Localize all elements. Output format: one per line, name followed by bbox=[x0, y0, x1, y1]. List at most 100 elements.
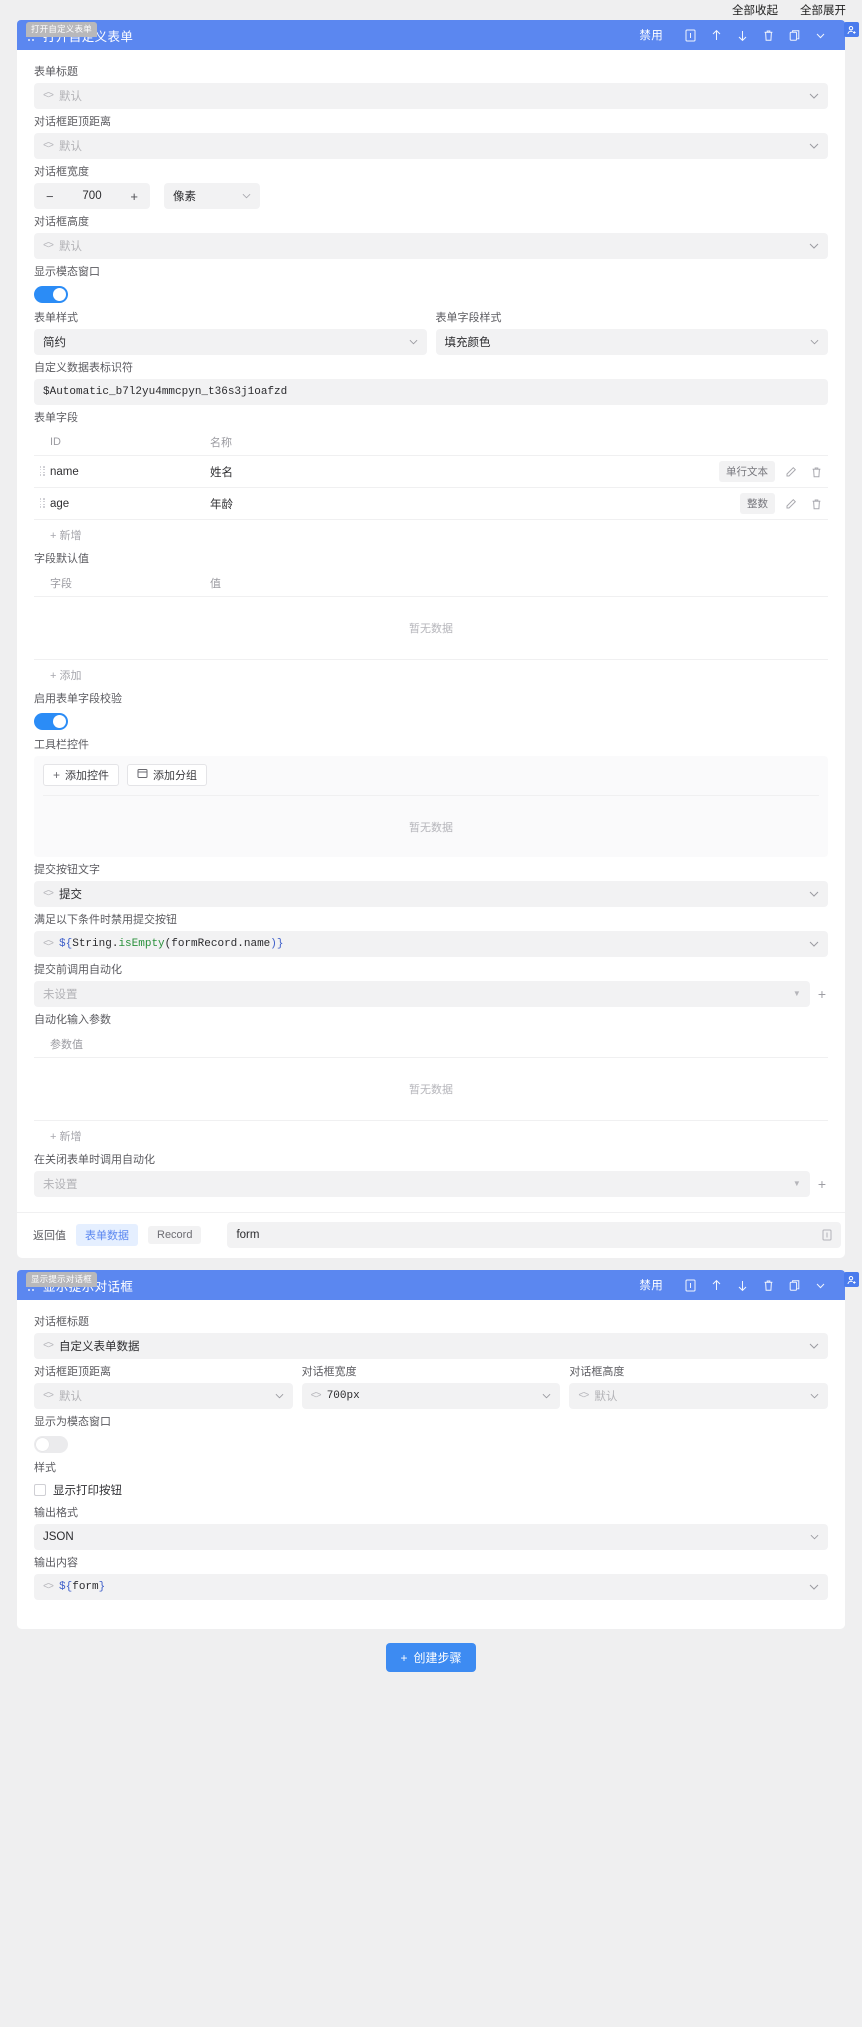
chevron-down-icon[interactable] bbox=[809, 941, 819, 947]
table-row[interactable]: age 年龄 整数 bbox=[34, 487, 828, 519]
checkbox-icon[interactable] bbox=[34, 1484, 46, 1496]
disable-condition-value: ${String.isEmpty(formRecord.name)} bbox=[59, 938, 283, 950]
row-drag-icon[interactable] bbox=[34, 498, 50, 509]
dialog-width-input[interactable]: <> 700px bbox=[301, 1383, 561, 1409]
pre-submit-automation-row: 未设置 ▼ + bbox=[34, 981, 828, 1007]
trash-icon[interactable] bbox=[755, 22, 781, 48]
chevron-down-icon[interactable] bbox=[542, 1393, 551, 1399]
form-fields-table: ID 名称 name 姓名 单行文本 age 年龄 整数 + 新增 bbox=[34, 429, 828, 546]
return-value-input[interactable]: form bbox=[227, 1222, 841, 1248]
arrow-down-icon[interactable] bbox=[729, 22, 755, 48]
chevron-down-icon[interactable] bbox=[807, 22, 833, 48]
output-format-select[interactable]: JSON bbox=[34, 1524, 828, 1550]
table-header: 参数值 bbox=[34, 1031, 828, 1057]
chevron-down-icon[interactable] bbox=[809, 1343, 819, 1349]
dialog-top-input[interactable]: <> 默认 bbox=[34, 133, 828, 159]
form-title-input[interactable]: <> 默认 bbox=[34, 83, 828, 109]
show-modal-toggle[interactable] bbox=[34, 286, 68, 303]
dialog-height-input[interactable]: <> 默认 bbox=[569, 1383, 829, 1409]
caret-down-icon[interactable]: ▼ bbox=[793, 990, 801, 998]
decrement-button[interactable]: − bbox=[46, 190, 54, 203]
add-group-button[interactable]: 添加分组 bbox=[127, 764, 208, 786]
tab-form-data[interactable]: 表单数据 bbox=[76, 1224, 138, 1246]
row-id: age bbox=[50, 497, 70, 510]
chevron-down-icon[interactable] bbox=[409, 339, 418, 345]
field-output-content: 输出内容 <> ${form} bbox=[34, 1552, 828, 1600]
user-badge-icon[interactable] bbox=[844, 1272, 859, 1287]
expand-all-button[interactable]: 全部展开 bbox=[800, 2, 846, 18]
dialog-width-unit-select[interactable]: 像素 bbox=[164, 183, 260, 209]
add-automation-input-button[interactable]: + 新增 bbox=[34, 1121, 828, 1147]
enable-validation-toggle[interactable] bbox=[34, 713, 68, 730]
chevron-down-icon[interactable] bbox=[810, 1393, 819, 1399]
chevron-down-icon[interactable] bbox=[807, 1272, 833, 1298]
copy-icon[interactable] bbox=[822, 1229, 832, 1241]
user-badge-icon[interactable] bbox=[844, 22, 859, 37]
edit-icon[interactable] bbox=[785, 498, 797, 510]
footer: + 创建步骤 bbox=[0, 1629, 862, 1686]
arrow-up-icon[interactable] bbox=[703, 1272, 729, 1298]
create-step-label: 创建步骤 bbox=[413, 1651, 462, 1665]
chevron-down-icon[interactable] bbox=[809, 891, 819, 897]
disable-button[interactable]: 禁用 bbox=[639, 27, 663, 43]
dialog-height-value: 默认 bbox=[594, 1391, 618, 1403]
on-close-automation-value: 未设置 bbox=[43, 1179, 78, 1191]
note-icon[interactable] bbox=[677, 1272, 703, 1298]
dialog-height-label: 对话框高度 bbox=[569, 1366, 625, 1378]
chevron-down-icon[interactable] bbox=[810, 339, 819, 345]
note-icon[interactable] bbox=[677, 22, 703, 48]
arrow-down-icon[interactable] bbox=[729, 1272, 755, 1298]
chevron-down-icon[interactable] bbox=[275, 1393, 284, 1399]
disable-button[interactable]: 禁用 bbox=[639, 1277, 663, 1293]
create-step-button[interactable]: + 创建步骤 bbox=[386, 1643, 476, 1672]
output-content-input[interactable]: <> ${form} bbox=[34, 1574, 828, 1600]
column-name: 名称 bbox=[210, 437, 232, 449]
add-field-default-button[interactable]: + 添加 bbox=[34, 660, 828, 686]
trash-icon[interactable] bbox=[755, 1272, 781, 1298]
chevron-down-icon[interactable] bbox=[809, 243, 819, 249]
add-automation-button[interactable]: + bbox=[818, 987, 828, 1001]
chevron-down-icon[interactable] bbox=[242, 193, 251, 199]
add-automation-button[interactable]: + bbox=[818, 1177, 828, 1191]
table-row[interactable]: name 姓名 单行文本 bbox=[34, 455, 828, 487]
dialog-height-input[interactable]: <> 默认 bbox=[34, 233, 828, 259]
dialog-width-stepper[interactable]: − 700 + bbox=[34, 183, 150, 209]
field-style-label: 表单字段样式 bbox=[435, 312, 502, 324]
dialog-title-input[interactable]: <> 自定义表单数据 bbox=[34, 1333, 828, 1359]
add-form-field-button[interactable]: + 新增 bbox=[34, 519, 828, 546]
trash-icon[interactable] bbox=[811, 466, 822, 478]
form-style-select[interactable]: 简约 bbox=[34, 329, 427, 355]
on-close-automation-select[interactable]: 未设置 ▼ bbox=[34, 1171, 810, 1197]
disable-condition-input[interactable]: <> ${String.isEmpty(formRecord.name)} bbox=[34, 931, 828, 957]
chevron-down-icon[interactable] bbox=[809, 1584, 819, 1590]
copy-icon[interactable] bbox=[781, 1272, 807, 1298]
chevron-down-icon[interactable] bbox=[809, 93, 819, 99]
dialog-width-value[interactable]: 700 bbox=[82, 190, 101, 202]
dialog-top-input[interactable]: <> 默认 bbox=[34, 1383, 293, 1409]
add-control-button[interactable]: + 添加控件 bbox=[43, 764, 120, 786]
caret-down-icon[interactable]: ▼ bbox=[793, 1180, 801, 1188]
print-button-checkbox-row[interactable]: 显示打印按钮 bbox=[34, 1479, 828, 1500]
chevron-down-icon[interactable] bbox=[809, 143, 819, 149]
collapse-all-button[interactable]: 全部收起 bbox=[732, 2, 778, 18]
return-value-text: form bbox=[236, 1229, 260, 1241]
code-token: String. bbox=[72, 938, 119, 950]
chevron-down-icon[interactable] bbox=[810, 1534, 819, 1540]
arrow-up-icon[interactable] bbox=[703, 22, 729, 48]
on-close-automation-row: 未设置 ▼ + bbox=[34, 1171, 828, 1197]
row-drag-icon[interactable] bbox=[34, 466, 50, 477]
table-id-input[interactable]: $Automatic_b7l2yu4mmcpyn_t36s3j1oafzd bbox=[34, 379, 828, 405]
column-id: ID bbox=[50, 436, 61, 448]
trash-icon[interactable] bbox=[811, 498, 822, 510]
increment-button[interactable]: + bbox=[130, 190, 138, 203]
step-2-body: 对话框标题 <> 自定义表单数据 对话框距顶距离 <> 默认 对话框宽度 <> … bbox=[17, 1300, 845, 1629]
field-style-select[interactable]: 填充颜色 bbox=[435, 329, 828, 355]
show-modal-toggle[interactable] bbox=[34, 1436, 68, 1453]
edit-icon[interactable] bbox=[785, 466, 797, 478]
copy-icon[interactable] bbox=[781, 22, 807, 48]
dialog-height-label: 对话框高度 bbox=[34, 216, 89, 228]
submit-text-input[interactable]: <> 提交 bbox=[34, 881, 828, 907]
pre-submit-automation-select[interactable]: 未设置 ▼ bbox=[34, 981, 810, 1007]
code-icon: <> bbox=[43, 888, 54, 900]
tab-record[interactable]: Record bbox=[148, 1226, 202, 1244]
